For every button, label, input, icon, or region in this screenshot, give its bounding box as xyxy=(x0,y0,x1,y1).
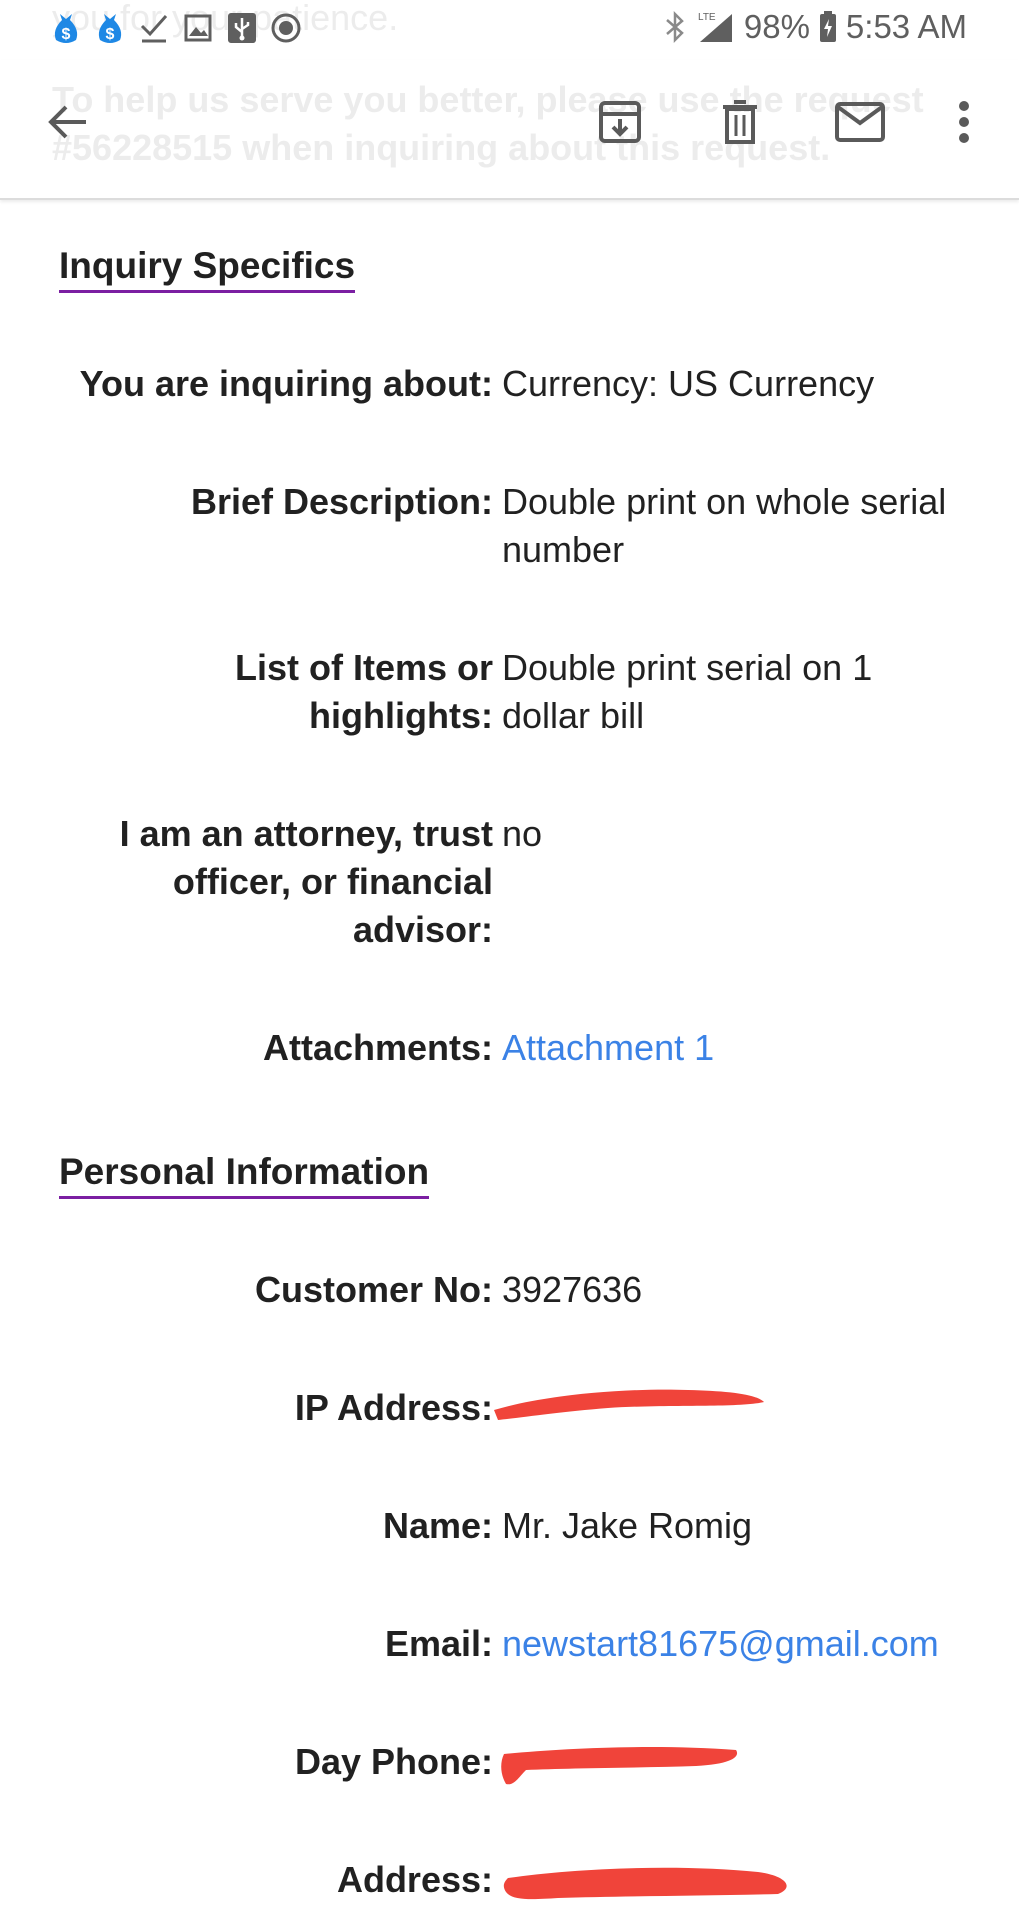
bluetooth-icon xyxy=(662,10,688,44)
redaction-scribble xyxy=(503,1867,787,1900)
svg-text:LTE: LTE xyxy=(698,12,716,23)
field-label: Email: xyxy=(384,1623,493,1664)
svg-text:$: $ xyxy=(62,26,71,43)
field-value: Mr. Jake Romig xyxy=(502,1505,753,1546)
redaction-scribble xyxy=(501,1747,738,1785)
field-label: Brief Description: xyxy=(190,481,493,522)
archive-button[interactable] xyxy=(588,92,652,156)
money-bag-icon: $ xyxy=(92,10,128,46)
usb-icon xyxy=(224,10,260,46)
section-heading-personal-information: Personal Information xyxy=(59,1148,430,1199)
field-label: List of Items or highlights: xyxy=(234,647,493,736)
field-value: no xyxy=(502,813,543,854)
lte-signal-icon: LTE xyxy=(696,10,736,44)
mail-icon xyxy=(834,101,886,148)
field-label: You are inquiring about: xyxy=(79,363,493,404)
svg-text:$: $ xyxy=(106,26,115,43)
check-icon xyxy=(136,10,172,46)
field-value: Currency: US Currency xyxy=(502,363,875,404)
redaction-scribble xyxy=(494,1389,764,1420)
system-status: LTE 98% 5:53 AM xyxy=(662,8,967,46)
field-label: Address: xyxy=(336,1859,493,1900)
archive-icon xyxy=(597,99,643,150)
field-label: Attachments: xyxy=(262,1027,493,1068)
field-label: Name: xyxy=(382,1505,493,1546)
delete-button[interactable] xyxy=(708,92,772,156)
field-value: Double print on whole serial number xyxy=(502,481,947,570)
battery-percent: 98% xyxy=(743,8,810,45)
money-bag-icon: $ xyxy=(48,10,84,46)
field-value: Double print serial on 1 dollar bill xyxy=(502,647,873,736)
mark-unread-button[interactable] xyxy=(828,92,892,156)
field-label: Day Phone: xyxy=(294,1741,493,1782)
field-label: I am an attorney, trust officer, or fina… xyxy=(119,813,493,950)
more-vert-icon xyxy=(957,100,971,149)
attachment-link[interactable]: Attachment 1 xyxy=(502,1024,982,1072)
email-body: Inquiry Specifics You are inquiring abou… xyxy=(0,200,1019,1920)
field-label: Customer No: xyxy=(254,1269,493,1310)
email-link[interactable]: newstart81675@gmail.com xyxy=(502,1620,1002,1668)
clock: 5:53 AM xyxy=(845,8,967,45)
back-arrow-icon xyxy=(46,102,90,147)
field-value: 3927636 xyxy=(502,1269,643,1310)
battery-charging-icon xyxy=(818,10,838,44)
back-button[interactable] xyxy=(36,92,100,156)
app-bar xyxy=(0,60,1019,200)
notification-icons: $ $ xyxy=(48,10,304,46)
field-label: IP Address: xyxy=(294,1387,493,1428)
section-heading-inquiry-specifics: Inquiry Specifics xyxy=(59,242,356,293)
more-options-button[interactable] xyxy=(932,92,996,156)
image-icon xyxy=(180,10,216,46)
sync-icon xyxy=(268,10,304,46)
delete-icon xyxy=(719,99,761,150)
status-bar: $ $ LTE 98% 5:53 AM xyxy=(0,0,1019,60)
